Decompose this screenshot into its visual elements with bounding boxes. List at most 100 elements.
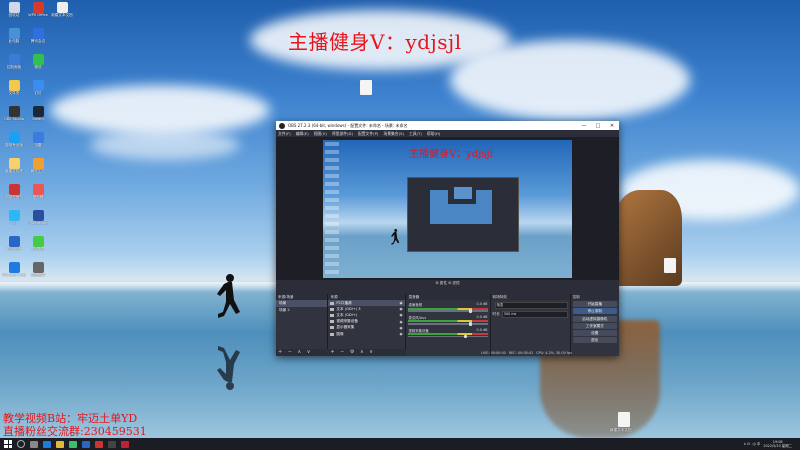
transition-duration-row: 时长 300 ms bbox=[493, 311, 568, 318]
desktop-icon[interactable]: 文件夹 bbox=[2, 80, 26, 95]
scene-item[interactable]: 场景 bbox=[276, 300, 328, 307]
source-row[interactable]: 显示器采集 ◉ bbox=[328, 325, 405, 331]
obs-taskbar-icon[interactable] bbox=[108, 440, 116, 448]
desktop-file-label: 新建文本文档 bbox=[610, 428, 632, 432]
visibility-eye-icon[interactable]: ◉ bbox=[399, 307, 403, 311]
desktop-app-icon bbox=[32, 210, 44, 221]
obs-preview-canvas[interactable]: 主播健身V：ydjsjl bbox=[323, 140, 572, 278]
start-streaming-button[interactable]: 开始直播 bbox=[572, 301, 617, 308]
desktop-icon-label: 新建文本文档 bbox=[51, 13, 73, 17]
rec-status: REC: 00:08:42 bbox=[508, 350, 534, 355]
controls-header: 控制 bbox=[570, 294, 619, 300]
edge-icon[interactable] bbox=[43, 440, 51, 448]
menu-view[interactable]: 视图(V) bbox=[314, 131, 327, 137]
desktop-icon[interactable]: 剪映专业版 bbox=[2, 132, 26, 147]
volume-slider[interactable] bbox=[408, 309, 488, 313]
app-icon[interactable] bbox=[121, 440, 129, 448]
volume-slider[interactable] bbox=[408, 334, 488, 339]
sources-footer-buttons[interactable]: + − ⚙ ∧ ∨ bbox=[328, 349, 408, 356]
source-row[interactable]: 文本 (GDI+) ◉ bbox=[328, 312, 405, 318]
desktop-icon[interactable]: 腾讯会议 bbox=[26, 28, 50, 43]
volume-slider-knob[interactable] bbox=[468, 322, 472, 326]
volume-slider[interactable] bbox=[408, 322, 488, 326]
menu-scene-collection[interactable]: 场景集合(S) bbox=[383, 131, 404, 137]
desktop-app-icon bbox=[8, 158, 20, 169]
menu-docks[interactable]: 停靠部件(D) bbox=[332, 131, 353, 137]
visibility-eye-icon[interactable]: ◉ bbox=[399, 332, 403, 336]
source-name: 文本 (GDI+) bbox=[336, 312, 358, 317]
desktop-file-icon[interactable] bbox=[618, 412, 630, 427]
desktop-icon[interactable]: 此电脑 bbox=[2, 28, 26, 43]
desktop-icon[interactable]: 新建文本文档 bbox=[50, 2, 74, 17]
desktop-icon-label: 新建文件夹 bbox=[5, 169, 23, 173]
desktop-icon[interactable]: OBS Studio bbox=[2, 106, 26, 121]
studio-mode-button[interactable]: 工作室模式 bbox=[572, 322, 617, 329]
menu-help[interactable]: 帮助(H) bbox=[427, 131, 440, 137]
desktop-icon-label: 网易云音乐 bbox=[5, 195, 23, 199]
transition-type-select[interactable]: 渐变 bbox=[494, 302, 568, 309]
wechat-icon[interactable] bbox=[69, 440, 77, 448]
desktop-icon[interactable]: 迅雷 bbox=[26, 132, 50, 147]
duration-input[interactable]: 300 ms bbox=[501, 311, 568, 318]
volume-slider-knob[interactable] bbox=[463, 334, 467, 339]
volume-slider-knob[interactable] bbox=[468, 309, 472, 313]
visibility-eye-icon[interactable]: ◉ bbox=[399, 320, 403, 324]
mixer-channel: 桌面音频 0.0 dB bbox=[408, 302, 488, 313]
menu-edit[interactable]: 编辑(E) bbox=[296, 131, 309, 137]
file-explorer-icon[interactable] bbox=[56, 440, 64, 448]
exit-button[interactable]: 退出 bbox=[572, 337, 617, 344]
desktop-icon[interactable]: Steam bbox=[26, 106, 50, 121]
search-icon[interactable] bbox=[17, 440, 25, 448]
desktop-app-icon bbox=[32, 184, 44, 195]
source-row[interactable]: 图像 ◉ bbox=[328, 331, 405, 337]
desktop-icon[interactable]: 格式工厂 bbox=[26, 158, 50, 173]
source-row[interactable]: P2口播源 ◉ bbox=[328, 300, 406, 307]
desktop-icon[interactable]: 爱剪辑 bbox=[26, 184, 50, 199]
desktop-icon[interactable]: 微信 bbox=[26, 54, 50, 69]
source-toolbar[interactable]: ⚙ 属性 ⚙ 滤镜 bbox=[276, 280, 619, 287]
minimize-button[interactable]: — bbox=[577, 123, 591, 129]
close-button[interactable]: ✕ bbox=[605, 123, 619, 129]
app-icon[interactable] bbox=[82, 440, 90, 448]
taskbar-clock[interactable]: 19:08 2022/5/10 星期二 bbox=[763, 440, 792, 448]
desktop-icon-label: 钉钉 bbox=[34, 91, 42, 95]
desktop-icon[interactable]: 钉钉 bbox=[26, 80, 50, 95]
desktop-app-icon bbox=[32, 2, 44, 13]
desktop-icon[interactable]: 控制面板 bbox=[2, 54, 26, 69]
stop-recording-button[interactable]: 停止录制 bbox=[572, 308, 617, 315]
desktop-icon[interactable]: Microsoft Edge bbox=[2, 262, 26, 277]
desktop-icon[interactable]: 百度网盘 bbox=[2, 236, 26, 251]
desktop-icon[interactable]: 网易云音乐 bbox=[2, 184, 26, 199]
menu-file[interactable]: 文件(F) bbox=[278, 131, 291, 137]
maximize-button[interactable]: □ bbox=[591, 123, 605, 129]
scene-item[interactable]: 场景 2 bbox=[276, 307, 327, 314]
obs-titlebar[interactable]: OBS 27.2.3 (64-bit, windows) - 配置文件: 未命名… bbox=[276, 121, 619, 130]
visibility-eye-icon[interactable]: ◉ bbox=[399, 313, 403, 317]
desktop-icon-label: WPS Office bbox=[28, 13, 48, 17]
desktop-app-icon bbox=[32, 236, 44, 247]
desktop-icon[interactable]: 录屏软件 bbox=[26, 262, 50, 277]
desktop-icon[interactable]: Photoshop bbox=[26, 210, 50, 225]
desktop-icon[interactable]: 新建文件夹 bbox=[2, 158, 26, 173]
desktop-file-icon[interactable] bbox=[664, 258, 676, 273]
menu-profile[interactable]: 配置文件(P) bbox=[358, 131, 378, 137]
settings-button[interactable]: 设置 bbox=[572, 329, 617, 336]
task-view-icon[interactable] bbox=[30, 440, 38, 448]
start-button[interactable] bbox=[4, 440, 12, 448]
desktop-icon[interactable]: WPS Office bbox=[26, 2, 50, 17]
desktop-icon[interactable]: 回收站 bbox=[2, 2, 26, 17]
visibility-eye-icon[interactable]: ◉ bbox=[399, 326, 403, 330]
tray-icons[interactable]: ∧ ⊡ ◁) 中 bbox=[744, 442, 761, 447]
app-icon[interactable] bbox=[95, 440, 103, 448]
virtual-camera-button[interactable]: 启动虚拟摄像机 bbox=[572, 315, 617, 322]
menu-tools[interactable]: 工具(T) bbox=[409, 131, 422, 137]
desktop-icon[interactable]: EV录屏 bbox=[26, 236, 50, 251]
nested-preview-deepest bbox=[454, 187, 472, 199]
desktop-icon[interactable]: QQ bbox=[2, 210, 26, 225]
desktop-file-icon[interactable] bbox=[360, 80, 372, 95]
obs-window[interactable]: OBS 27.2.3 (64-bit, windows) - 配置文件: 未命名… bbox=[276, 121, 619, 356]
source-row[interactable]: 视频采集设备 ◉ bbox=[328, 319, 405, 325]
source-row[interactable]: 文本 (GDI+) 3 ◉ bbox=[328, 306, 405, 312]
visibility-eye-icon[interactable]: ◉ bbox=[399, 301, 403, 305]
scenes-footer-buttons[interactable]: + − ∧ ∨ bbox=[276, 349, 330, 356]
